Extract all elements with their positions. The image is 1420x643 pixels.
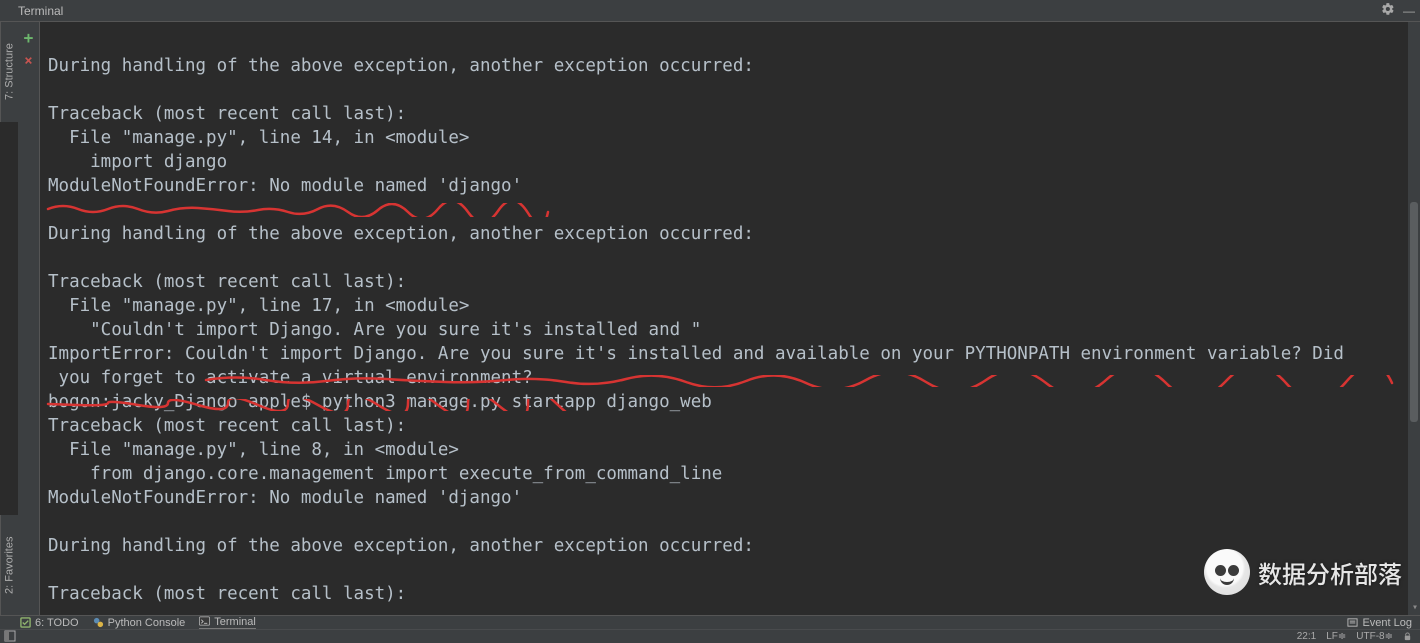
event-log-button[interactable]: Event Log bbox=[1347, 617, 1412, 629]
bottom-tab-python-console-label: Python Console bbox=[108, 617, 186, 629]
terminal-icon bbox=[199, 616, 210, 627]
terminal-panel: + × During handling of the above excepti… bbox=[18, 22, 1420, 615]
status-bar: 22:1 LF≑ UTF-8≑ bbox=[0, 629, 1420, 643]
tool-window-actions: — bbox=[1381, 2, 1414, 19]
status-line-separator[interactable]: LF≑ bbox=[1326, 631, 1346, 642]
scrollbar-thumb[interactable] bbox=[1410, 202, 1418, 422]
status-encoding[interactable]: UTF-8≑ bbox=[1356, 631, 1393, 642]
scroll-down-indicator: ▾ bbox=[1412, 602, 1418, 613]
bottom-tab-todo-label: 6: TODO bbox=[35, 617, 79, 629]
sidebar-tab-structure[interactable]: 7: Structure bbox=[0, 22, 18, 122]
bottom-tab-todo[interactable]: 6: TODO bbox=[20, 617, 79, 629]
status-caret-position[interactable]: 22:1 bbox=[1297, 631, 1316, 642]
hide-icon[interactable]: — bbox=[1403, 4, 1414, 18]
close-session-button[interactable]: × bbox=[24, 53, 32, 69]
ide-menu-icon[interactable] bbox=[4, 630, 16, 642]
bottom-toolwindow-bar: 6: TODO Python Console Terminal Event Lo… bbox=[0, 615, 1420, 629]
bottom-tab-terminal-label: Terminal bbox=[214, 616, 256, 628]
new-session-button[interactable]: + bbox=[24, 28, 34, 47]
todo-icon bbox=[20, 617, 31, 628]
terminal-body[interactable]: During handling of the above exception, … bbox=[40, 22, 1420, 615]
event-log-icon bbox=[1347, 617, 1358, 628]
python-icon bbox=[93, 617, 104, 628]
bottom-tab-python-console[interactable]: Python Console bbox=[93, 617, 186, 629]
tool-window-header: Terminal — bbox=[0, 0, 1420, 22]
terminal-output[interactable]: During handling of the above exception, … bbox=[40, 22, 1420, 614]
terminal-tab-label[interactable]: Terminal bbox=[18, 4, 63, 18]
gear-icon[interactable] bbox=[1381, 2, 1395, 19]
lock-icon[interactable] bbox=[1403, 632, 1412, 641]
vertical-scrollbar[interactable] bbox=[1408, 22, 1420, 615]
event-log-label: Event Log bbox=[1362, 617, 1412, 629]
terminal-session-gutter: + × bbox=[18, 22, 40, 615]
bottom-tab-terminal[interactable]: Terminal bbox=[199, 616, 256, 630]
sidebar-tab-favorites[interactable]: 2: Favorites bbox=[0, 515, 18, 615]
